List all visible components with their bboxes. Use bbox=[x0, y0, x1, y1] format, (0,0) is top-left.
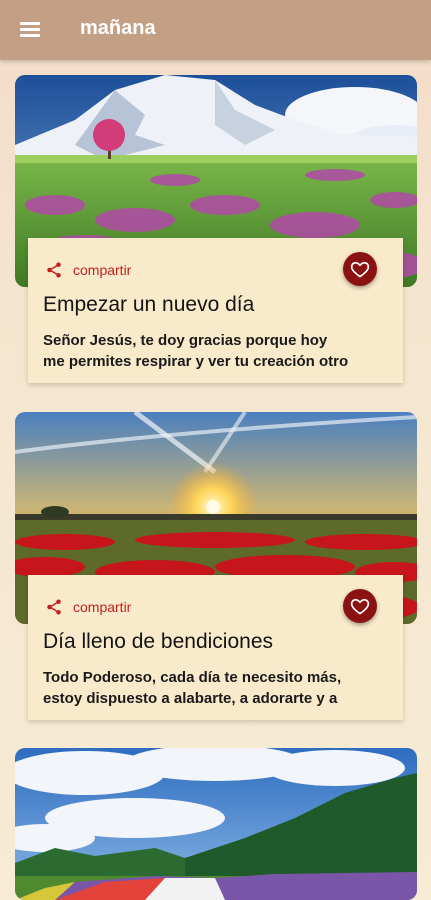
hamburger-menu-icon[interactable] bbox=[14, 16, 48, 44]
card-info: compartir Día lleno de bendiciones Todo … bbox=[28, 575, 403, 720]
card-excerpt: Todo Poderoso, cada día te necesito más,… bbox=[43, 667, 373, 709]
card-image-flower-field-forest[interactable] bbox=[15, 748, 417, 900]
share-icon bbox=[47, 262, 61, 278]
card-title: Empezar un nuevo día bbox=[43, 293, 255, 316]
app-bar: mañana bbox=[0, 0, 431, 60]
card-excerpt-line: Todo Poderoso, cada día te necesito más, bbox=[43, 669, 342, 686]
favorite-button[interactable] bbox=[343, 252, 377, 286]
share-button[interactable]: compartir bbox=[45, 597, 131, 617]
share-icon bbox=[47, 599, 61, 615]
share-label: compartir bbox=[73, 262, 132, 278]
share-label: compartir bbox=[73, 599, 132, 615]
heart-icon bbox=[350, 598, 370, 615]
heart-icon bbox=[350, 261, 370, 278]
card-info: compartir Empezar un nuevo día Señor Jes… bbox=[28, 238, 403, 383]
card-title: Día lleno de bendiciones bbox=[43, 630, 273, 653]
page-title: mañana bbox=[80, 17, 156, 39]
card-excerpt-line: me permites respirar y ver tu creación o… bbox=[43, 353, 349, 370]
card-excerpt: Señor Jesús, te doy gracias porque hoy m… bbox=[43, 330, 373, 372]
card-excerpt-line: estoy dispuesto a alabarte, a adorarte y… bbox=[43, 690, 338, 707]
card-excerpt-line: Señor Jesús, te doy gracias porque hoy bbox=[43, 332, 328, 349]
favorite-button[interactable] bbox=[343, 589, 377, 623]
share-button[interactable]: compartir bbox=[45, 260, 131, 280]
